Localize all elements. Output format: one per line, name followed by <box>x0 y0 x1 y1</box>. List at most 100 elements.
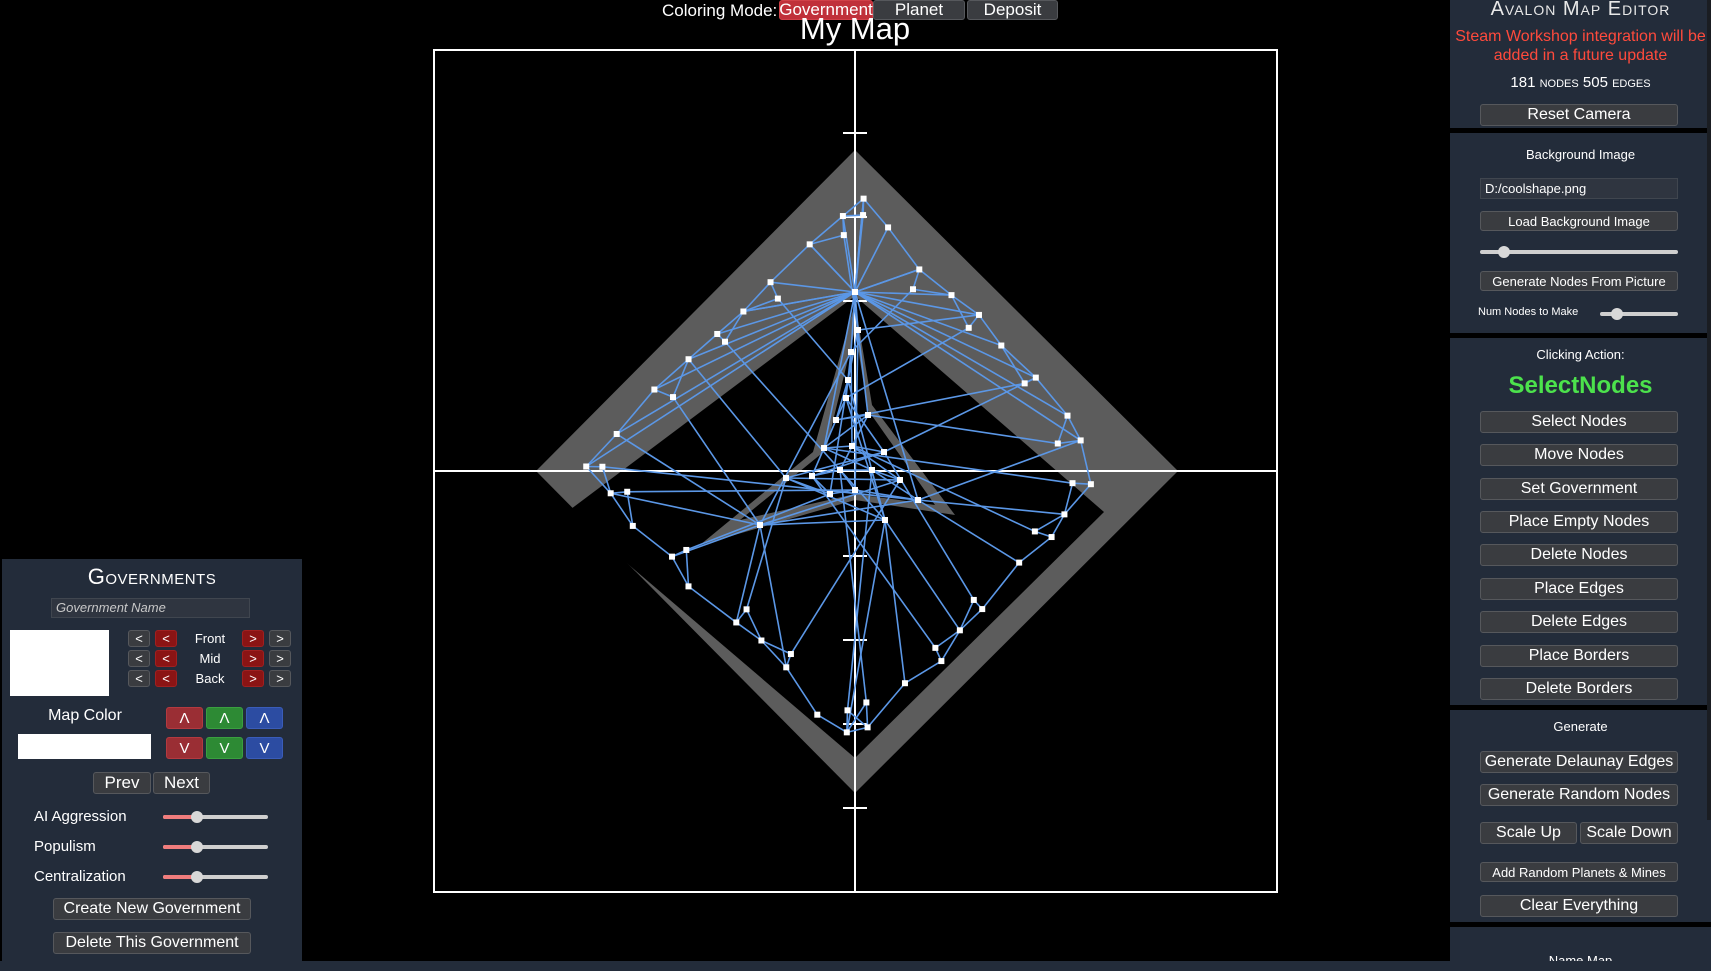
map-node[interactable] <box>843 395 849 401</box>
create-new-government-button[interactable]: Create New Government <box>53 898 251 920</box>
place-borders-button[interactable]: Place Borders <box>1480 645 1678 667</box>
next-government-button[interactable]: Next <box>153 772 210 794</box>
map-node[interactable] <box>863 699 870 706</box>
map-node[interactable] <box>970 596 977 603</box>
map-node[interactable] <box>767 279 774 286</box>
map-node[interactable] <box>806 241 813 248</box>
map-node[interactable] <box>613 430 620 437</box>
map-node[interactable] <box>683 546 690 553</box>
reset-camera-button[interactable]: Reset Camera <box>1480 104 1678 126</box>
num-nodes-slider[interactable] <box>1600 308 1678 320</box>
map-node[interactable] <box>685 583 692 590</box>
front-prev-button[interactable]: < <box>155 630 177 647</box>
map-node[interactable] <box>998 342 1005 349</box>
slider-knob[interactable] <box>1497 246 1510 258</box>
map-node[interactable] <box>714 330 721 337</box>
red-up-button[interactable]: Λ <box>166 707 203 729</box>
panel-scrollbar[interactable] <box>1707 0 1711 820</box>
map-node[interactable] <box>629 522 636 529</box>
government-name-input[interactable]: Government Name <box>51 598 250 618</box>
map-node[interactable] <box>783 475 789 481</box>
map-node[interactable] <box>865 412 871 418</box>
map-node[interactable] <box>1021 380 1028 387</box>
centralization-slider[interactable] <box>163 871 268 883</box>
map-node[interactable] <box>860 212 867 219</box>
map-node[interactable] <box>774 295 781 302</box>
map-node[interactable] <box>843 729 850 736</box>
map-node[interactable] <box>821 445 827 451</box>
map-node[interactable] <box>1077 437 1084 444</box>
map-node[interactable] <box>1031 528 1038 535</box>
scale-up-button[interactable]: Scale Up <box>1480 822 1577 844</box>
back-next-fast-button[interactable]: > <box>269 670 291 687</box>
map-node[interactable] <box>743 606 750 613</box>
map-node[interactable] <box>845 377 851 383</box>
generate-random-nodes-button[interactable]: Generate Random Nodes <box>1480 784 1678 806</box>
set-government-button[interactable]: Set Government <box>1480 478 1678 500</box>
map-node[interactable] <box>809 473 815 479</box>
map-node[interactable] <box>1064 412 1071 419</box>
map-node[interactable] <box>860 195 867 202</box>
map-node[interactable] <box>583 463 590 470</box>
back-prev-button[interactable]: < <box>155 670 177 687</box>
map-node[interactable] <box>901 680 908 687</box>
move-nodes-button[interactable]: Move Nodes <box>1480 444 1678 466</box>
map-node[interactable] <box>882 517 888 523</box>
prev-government-button[interactable]: Prev <box>93 772 151 794</box>
map-node[interactable] <box>651 386 658 393</box>
map-node[interactable] <box>839 213 846 220</box>
mid-next-fast-button[interactable]: > <box>269 650 291 667</box>
map-node[interactable] <box>897 477 903 483</box>
slider-knob[interactable] <box>190 871 203 883</box>
slider-knob[interactable] <box>190 841 203 853</box>
front-next-button[interactable]: > <box>242 630 264 647</box>
map-node[interactable] <box>916 266 923 273</box>
front-next-fast-button[interactable]: > <box>269 630 291 647</box>
map-node[interactable] <box>599 463 606 470</box>
map-node[interactable] <box>607 490 614 497</box>
blue-down-button[interactable]: V <box>246 737 283 759</box>
green-up-button[interactable]: Λ <box>206 707 243 729</box>
back-next-button[interactable]: > <box>242 670 264 687</box>
map-node[interactable] <box>758 637 765 644</box>
select-nodes-button[interactable]: Select Nodes <box>1480 411 1678 433</box>
map-node[interactable] <box>915 497 921 503</box>
map-node[interactable] <box>852 487 858 493</box>
map-node[interactable] <box>1069 480 1076 487</box>
green-down-button[interactable]: V <box>206 737 243 759</box>
map-node[interactable] <box>956 627 963 634</box>
mid-prev-button[interactable]: < <box>155 650 177 667</box>
map-node[interactable] <box>833 417 839 423</box>
scale-down-button[interactable]: Scale Down <box>1580 822 1678 844</box>
mid-prev-fast-button[interactable]: < <box>128 650 150 667</box>
place-edges-button[interactable]: Place Edges <box>1480 578 1678 600</box>
map-node[interactable] <box>787 651 794 658</box>
red-down-button[interactable]: V <box>166 737 203 759</box>
map-node[interactable] <box>624 488 631 495</box>
map-node[interactable] <box>757 522 763 528</box>
map-node[interactable] <box>849 443 855 449</box>
add-random-planets-mines-button[interactable]: Add Random Planets & Mines <box>1480 862 1678 882</box>
map-node[interactable] <box>1054 440 1061 447</box>
generate-nodes-from-picture-button[interactable]: Generate Nodes From Picture <box>1480 271 1678 291</box>
map-node[interactable] <box>814 711 821 718</box>
map-node[interactable] <box>1048 534 1055 541</box>
map-node[interactable] <box>827 491 833 497</box>
map-node[interactable] <box>1032 374 1039 381</box>
map-node[interactable] <box>1061 511 1068 518</box>
map-node[interactable] <box>670 394 677 401</box>
front-prev-fast-button[interactable]: < <box>128 630 150 647</box>
map-node[interactable] <box>979 606 986 613</box>
delete-nodes-button[interactable]: Delete Nodes <box>1480 544 1678 566</box>
map-node[interactable] <box>948 292 955 299</box>
map-node[interactable] <box>740 308 747 315</box>
background-opacity-slider[interactable] <box>1480 246 1678 258</box>
map-node[interactable] <box>932 644 939 651</box>
map-node[interactable] <box>869 467 875 473</box>
map-node[interactable] <box>1016 559 1023 566</box>
map-node[interactable] <box>669 553 676 560</box>
map-node[interactable] <box>881 449 887 455</box>
map-node[interactable] <box>848 349 854 355</box>
map-node[interactable] <box>685 356 692 363</box>
ai-aggression-slider[interactable] <box>163 811 268 823</box>
